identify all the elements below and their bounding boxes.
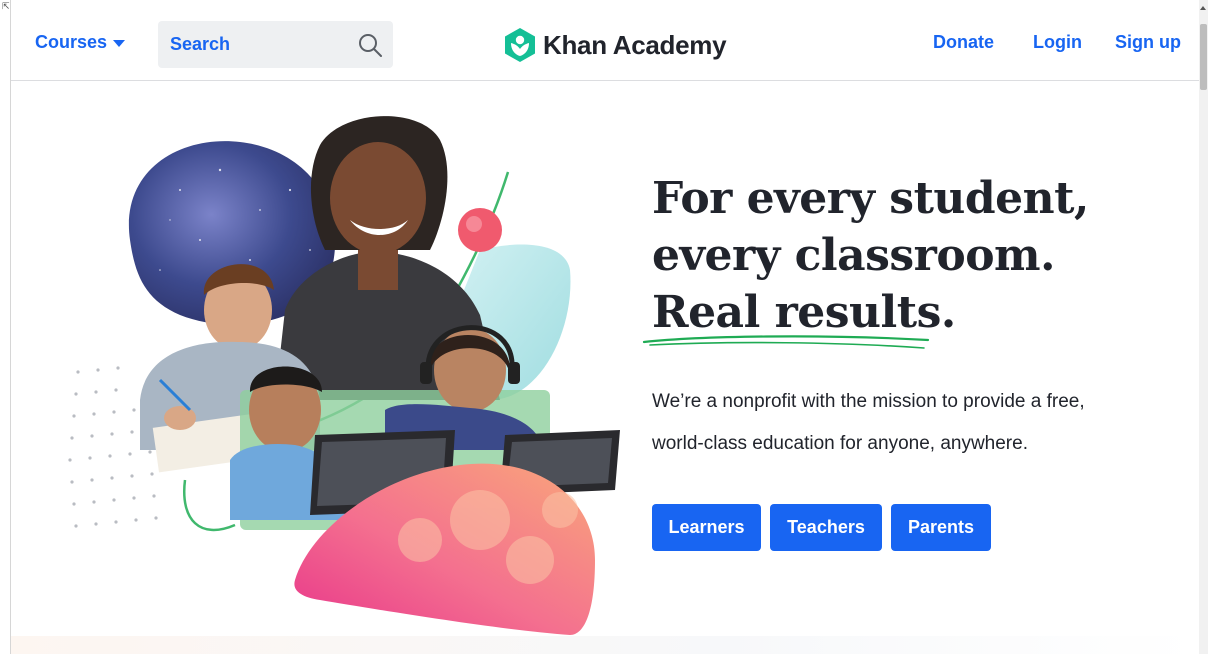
mission-line-1: We’re a nonprofit with the mission to pr… <box>652 391 1085 412</box>
search-box <box>158 21 393 68</box>
headline-line-2: every classroom. <box>652 230 1055 281</box>
scroll-thumb[interactable] <box>1200 24 1207 90</box>
parents-button[interactable]: Parents <box>891 504 991 551</box>
learners-button[interactable]: Learners <box>652 504 761 551</box>
site-header: Courses Khan Academy Donate Login Sign u… <box>11 0 1199 81</box>
logo-text: Khan Academy <box>543 29 727 60</box>
search-icon[interactable] <box>357 32 383 58</box>
mission-statement: We’re a nonprofit with the mission to pr… <box>652 381 1172 465</box>
mission-line-2: world-class education for anyone, anywhe… <box>652 433 1028 454</box>
signup-link[interactable]: Sign up <box>1115 32 1181 53</box>
scroll-up-arrow-icon[interactable] <box>1200 6 1206 10</box>
headline-line-1: For every student, <box>652 173 1089 224</box>
next-section-band <box>11 636 1199 654</box>
headline-underline-decoration <box>642 335 930 349</box>
window-resize-icon: ⇱ <box>2 2 10 12</box>
courses-menu-button[interactable]: Courses <box>35 32 126 53</box>
window-edge <box>10 0 11 654</box>
khan-academy-hexagon-logo-icon <box>505 28 535 62</box>
hero-student-collage <box>68 116 620 635</box>
teachers-button[interactable]: Teachers <box>770 504 882 551</box>
chevron-down-icon <box>113 40 126 47</box>
hero-headline: For every student, every classroom. Real… <box>652 170 1089 341</box>
courses-label: Courses <box>35 32 108 52</box>
donate-link[interactable]: Donate <box>933 32 994 53</box>
page-scrollbar[interactable] <box>1199 0 1208 654</box>
login-link[interactable]: Login <box>1033 32 1082 53</box>
khan-academy-home-page: ⇱ Courses Khan Academy Donate Login Sign… <box>0 0 1208 654</box>
khan-academy-logo[interactable]: Khan Academy <box>503 27 727 63</box>
search-input[interactable] <box>158 21 348 68</box>
